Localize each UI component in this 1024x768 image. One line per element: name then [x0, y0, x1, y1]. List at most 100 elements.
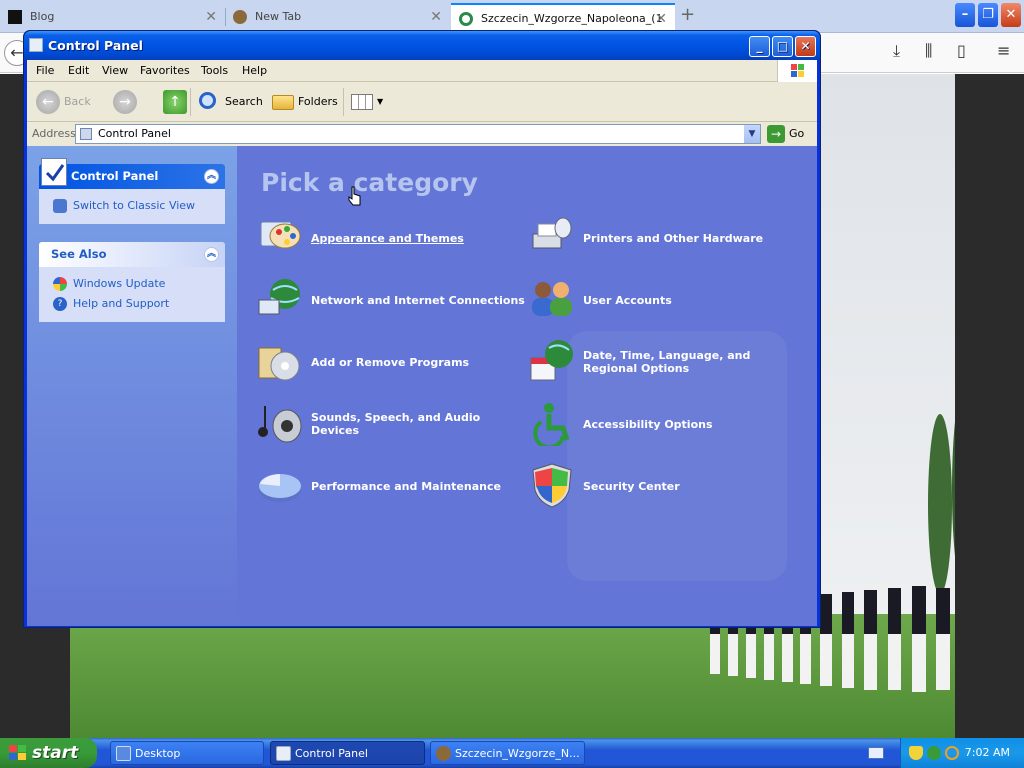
new-tab-button[interactable]: + — [680, 4, 695, 25]
users-icon — [532, 282, 572, 316]
search-button[interactable]: Search — [197, 90, 263, 114]
browser-minimize-button[interactable]: – — [955, 3, 975, 27]
category-printers-hardware[interactable]: Printers and Other Hardware — [529, 214, 799, 262]
hamburger-menu-icon[interactable]: ≡ — [997, 41, 1010, 60]
folders-label: Folders — [298, 95, 338, 108]
browser-restore-button[interactable]: ❐ — [978, 3, 998, 27]
views-dropdown-icon: ▼ — [377, 97, 384, 106]
category-user-accounts[interactable]: User Accounts — [529, 276, 799, 324]
category-network-internet[interactable]: Network and Internet Connections — [257, 276, 527, 324]
classic-view-icon — [53, 199, 67, 213]
accessibility-icon — [533, 403, 570, 446]
address-input[interactable]: Control Panel ▼ — [75, 124, 761, 144]
category-add-remove-programs[interactable]: Add or Remove Programs — [257, 338, 527, 386]
toolbar-divider — [190, 88, 191, 116]
folder-icon — [272, 95, 294, 110]
task-box-header[interactable]: Control Panel ︽ — [39, 158, 225, 189]
tab-label: Blog — [30, 10, 55, 23]
forward-button[interactable]: → — [113, 90, 137, 114]
collapse-chevron-icon[interactable]: ︽ — [204, 247, 219, 262]
minimize-button[interactable]: _ — [749, 36, 770, 57]
category-security-center[interactable]: Security Center — [529, 462, 799, 510]
search-label: Search — [225, 95, 263, 108]
help-support-link[interactable]: ? Help and Support — [51, 294, 225, 314]
switch-classic-view-link[interactable]: Switch to Classic View — [51, 196, 225, 216]
network-tray-icon[interactable] — [927, 746, 941, 760]
keyboard-layout-icon[interactable] — [868, 747, 884, 759]
category-date-time-language[interactable]: Date, Time, Language, and Regional Optio… — [529, 338, 799, 386]
search-magnifier-icon — [199, 92, 216, 109]
forward-arrow-icon: → — [113, 90, 137, 114]
library-icon[interactable]: ⫼ — [925, 41, 932, 61]
maximize-button[interactable]: □ — [772, 36, 793, 57]
taskbar-item-desktop[interactable]: Desktop — [110, 741, 264, 765]
category-accessibility[interactable]: Accessibility Options — [529, 400, 799, 448]
menu-bar: File Edit View Favorites Tools Help — [27, 60, 817, 82]
search-tray-icon[interactable] — [945, 746, 959, 760]
performance-icon — [259, 474, 301, 502]
browser-tab-new-tab[interactable]: New Tab ✕ — [225, 3, 450, 31]
task-box-body: Switch to Classic View — [39, 189, 225, 224]
go-label: Go — [789, 127, 805, 140]
control-panel-icon — [29, 38, 43, 52]
download-icon[interactable]: ⤓ — [893, 41, 900, 61]
link-label: Windows Update — [73, 277, 166, 290]
window-title-bar[interactable]: Control Panel _ □ ✕ — [24, 31, 820, 60]
category-label: Sounds, Speech, and Audio Devices — [311, 411, 481, 437]
close-tab-icon[interactable]: ✕ — [430, 3, 442, 31]
collapse-chevron-icon[interactable]: ︽ — [204, 169, 219, 184]
menu-help[interactable]: Help — [242, 64, 267, 77]
close-button[interactable]: ✕ — [795, 36, 816, 57]
taskbar-item-control-panel[interactable]: Control Panel — [270, 741, 425, 765]
views-button[interactable]: ▼ — [349, 90, 385, 114]
go-button[interactable]: → Go — [767, 125, 804, 143]
browser-close-button[interactable]: ✕ — [1001, 3, 1021, 27]
category-label: Date, Time, Language, and Regional Optio… — [583, 349, 751, 375]
wikimedia-favicon-icon — [459, 12, 473, 26]
up-folder-button[interactable]: ↑ — [163, 90, 187, 114]
address-value: Control Panel — [98, 127, 171, 140]
menu-view[interactable]: View — [102, 64, 128, 77]
taskbar-item-browser[interactable]: Szczecin_Wzgorze_N... — [430, 741, 585, 765]
category-label: User Accounts — [583, 293, 672, 307]
taskbar: start Desktop Control Panel Szczecin_Wzg… — [0, 738, 1024, 768]
see-also-header[interactable]: See Also ︽ — [39, 242, 225, 267]
control-panel-small-icon — [80, 128, 92, 140]
printer-icon — [532, 217, 572, 249]
start-button[interactable]: start — [0, 738, 97, 768]
security-shield-tray-icon[interactable] — [909, 746, 923, 760]
menu-file[interactable]: File — [36, 64, 54, 77]
menu-edit[interactable]: Edit — [68, 64, 89, 77]
content-area: Control Panel ︽ Switch to Classic View S… — [27, 146, 817, 626]
back-button[interactable]: ← Back — [36, 90, 91, 114]
control-panel-task-box: Control Panel ︽ Switch to Classic View — [39, 158, 225, 224]
category-performance-maintenance[interactable]: Performance and Maintenance — [257, 462, 527, 510]
category-label: Security Center — [583, 479, 680, 493]
browser-tab-szczecin[interactable]: Szczecin_Wzgorze_Napoleona_(1 ✕ — [451, 3, 675, 31]
desktop-icon — [116, 746, 131, 761]
address-dropdown-icon[interactable]: ▼ — [744, 125, 760, 143]
task-pane: Control Panel ︽ Switch to Classic View S… — [27, 146, 237, 626]
sidebar-toggle-icon[interactable]: ▯ — [957, 41, 966, 60]
windows-update-link[interactable]: Windows Update — [51, 274, 225, 294]
toolbar: ← Back → ↑ Search Folders ▼ — [27, 82, 817, 122]
menu-tools[interactable]: Tools — [201, 64, 228, 77]
checkmark-panel-icon — [41, 158, 67, 186]
task-label: Control Panel — [295, 747, 368, 760]
browser-tab-blog[interactable]: Blog ✕ — [0, 3, 225, 31]
new-tab-favicon-icon — [233, 10, 247, 24]
browser-tab-bar: Blog ✕ New Tab ✕ Szczecin_Wzgorze_Napole… — [0, 0, 1024, 33]
datetime-icon — [530, 340, 573, 381]
page-title: Pick a category — [261, 168, 478, 197]
start-label: start — [32, 743, 79, 763]
category-appearance-themes[interactable]: Appearance and Themes — [257, 214, 527, 262]
clock: 7:02 AM — [964, 746, 1010, 759]
close-tab-icon[interactable]: ✕ — [205, 3, 217, 31]
up-arrow-icon: ↑ — [163, 90, 187, 114]
see-also-box: See Also ︽ Windows Update ? Help and Sup… — [39, 242, 225, 322]
folders-button[interactable]: Folders — [270, 90, 338, 114]
category-label: Add or Remove Programs — [311, 355, 470, 369]
menu-favorites[interactable]: Favorites — [140, 64, 190, 77]
close-tab-icon[interactable]: ✕ — [655, 5, 667, 31]
category-sounds-speech-audio[interactable]: Sounds, Speech, and Audio Devices — [257, 400, 527, 448]
